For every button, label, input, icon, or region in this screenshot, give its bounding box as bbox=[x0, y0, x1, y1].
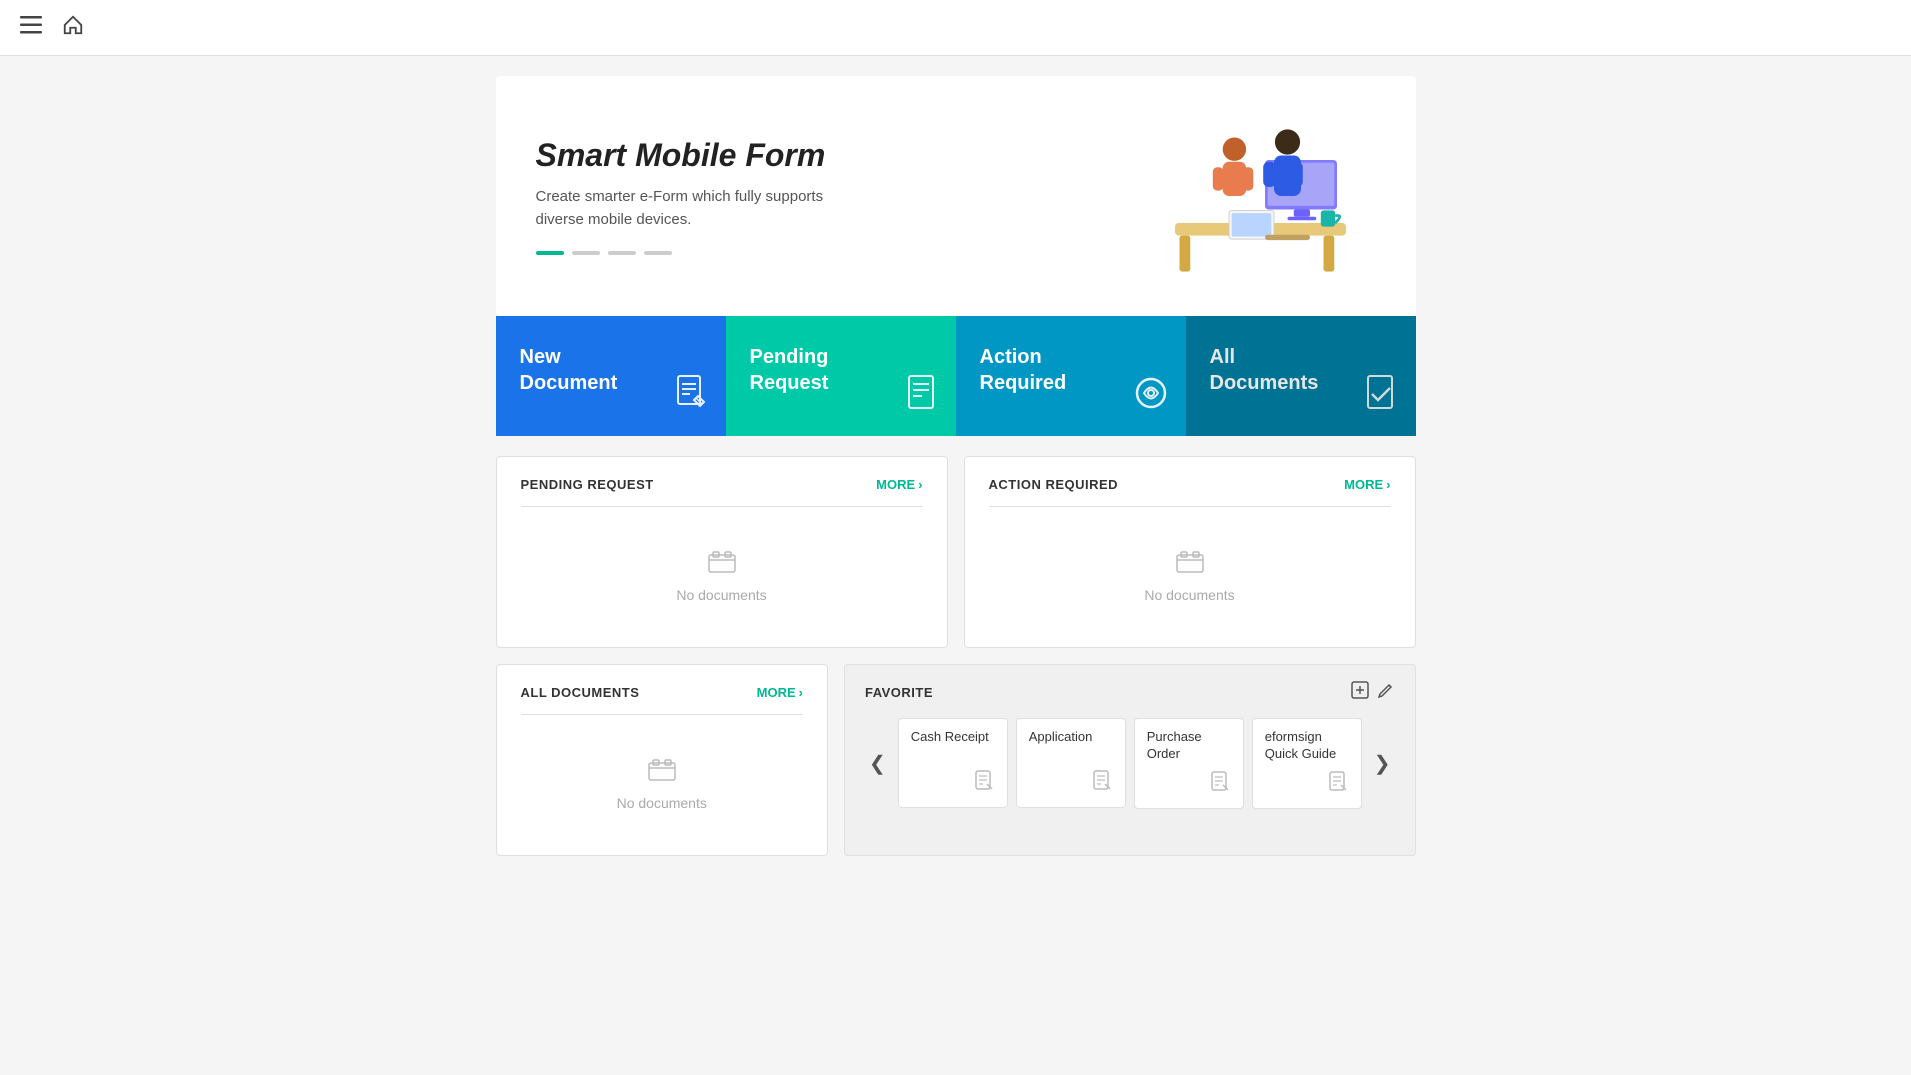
fav-item-cash-receipt[interactable]: Cash Receipt bbox=[898, 718, 1008, 808]
carousel-prev-button[interactable]: ❮ bbox=[865, 747, 890, 780]
carousel-next-button[interactable]: ❯ bbox=[1370, 747, 1395, 780]
action-required-icon bbox=[1132, 374, 1170, 420]
favorite-items: ❮ Cash Receipt Application bbox=[865, 718, 1395, 809]
pending-request-empty: No documents bbox=[521, 527, 923, 627]
fav-item-eformsign-guide-icon bbox=[1327, 771, 1349, 798]
all-documents-icon bbox=[1362, 374, 1400, 420]
favorite-header: FAVORITE bbox=[865, 681, 1395, 704]
banner-illustration bbox=[1136, 106, 1376, 286]
action-required-more[interactable]: MORE › bbox=[1344, 477, 1390, 492]
fav-item-application-icon bbox=[1091, 770, 1113, 797]
pending-request-more[interactable]: MORE › bbox=[876, 477, 922, 492]
favorite-edit-button[interactable] bbox=[1377, 681, 1395, 704]
quick-actions: NewDocument PendingRequest bbox=[496, 316, 1416, 436]
fav-item-cash-receipt-name: Cash Receipt bbox=[911, 729, 995, 746]
no-docs-icon bbox=[708, 551, 736, 579]
tile-new-document[interactable]: NewDocument bbox=[496, 316, 726, 436]
action-required-card: ACTION REQUIRED MORE › No documents bbox=[964, 456, 1416, 648]
main-content: Smart Mobile Form Create smarter e-Form … bbox=[476, 56, 1436, 876]
fav-item-purchase-order[interactable]: Purchase Order bbox=[1134, 718, 1244, 809]
home-icon[interactable] bbox=[62, 14, 84, 42]
fav-item-purchase-order-name: Purchase Order bbox=[1147, 729, 1231, 763]
fav-item-eformsign-guide-name: eformsign Quick Guide bbox=[1265, 729, 1349, 763]
pending-request-card: PENDING REQUEST MORE › No documents bbox=[496, 456, 948, 648]
all-docs-no-docs-text: No documents bbox=[617, 795, 707, 811]
dot-2[interactable] bbox=[572, 251, 600, 255]
action-no-docs-text: No documents bbox=[1144, 587, 1234, 603]
new-document-icon bbox=[672, 374, 710, 420]
fav-item-purchase-order-icon bbox=[1209, 771, 1231, 798]
top-nav bbox=[0, 0, 1911, 56]
all-documents-card: ALL DOCUMENTS MORE › No documents bbox=[496, 664, 828, 856]
fav-item-cash-receipt-icon bbox=[973, 770, 995, 797]
pending-request-title: PENDING REQUEST bbox=[521, 477, 654, 492]
fav-item-application-name: Application bbox=[1029, 729, 1113, 746]
tile-action-required[interactable]: ActionRequired bbox=[956, 316, 1186, 436]
favorite-title: FAVORITE bbox=[865, 685, 933, 700]
banner-dots bbox=[536, 251, 876, 255]
action-required-title: ACTION REQUIRED bbox=[989, 477, 1119, 492]
tile-pending-request[interactable]: PendingRequest bbox=[726, 316, 956, 436]
middle-cards-row: PENDING REQUEST MORE › No documents bbox=[496, 456, 1416, 648]
pending-no-docs-text: No documents bbox=[676, 587, 766, 603]
action-no-docs-icon bbox=[1176, 551, 1204, 579]
fav-item-application[interactable]: Application bbox=[1016, 718, 1126, 808]
favorite-card: FAVORITE bbox=[844, 664, 1416, 856]
tile-all-documents[interactable]: AllDocuments bbox=[1186, 316, 1416, 436]
action-required-empty: No documents bbox=[989, 527, 1391, 627]
bottom-row: ALL DOCUMENTS MORE › No documents bbox=[496, 664, 1416, 856]
all-docs-empty: No documents bbox=[521, 735, 803, 835]
all-docs-no-docs-icon bbox=[648, 759, 676, 787]
favorite-add-button[interactable] bbox=[1351, 681, 1369, 704]
all-documents-header: ALL DOCUMENTS MORE › bbox=[521, 685, 803, 715]
all-documents-more[interactable]: MORE › bbox=[757, 685, 803, 700]
favorite-actions bbox=[1351, 681, 1395, 704]
hamburger-icon[interactable] bbox=[20, 16, 42, 40]
banner: Smart Mobile Form Create smarter e-Form … bbox=[496, 76, 1416, 316]
action-required-header: ACTION REQUIRED MORE › bbox=[989, 477, 1391, 507]
dot-1[interactable] bbox=[536, 251, 564, 255]
fav-item-eformsign-guide[interactable]: eformsign Quick Guide bbox=[1252, 718, 1362, 809]
banner-text: Smart Mobile Form Create smarter e-Form … bbox=[536, 137, 876, 255]
all-documents-title: ALL DOCUMENTS bbox=[521, 685, 640, 700]
banner-subtitle: Create smarter e-Form which fully suppor… bbox=[536, 186, 876, 231]
pending-request-icon bbox=[902, 374, 940, 420]
banner-title: Smart Mobile Form bbox=[536, 137, 876, 174]
dot-4[interactable] bbox=[644, 251, 672, 255]
dot-3[interactable] bbox=[608, 251, 636, 255]
pending-request-header: PENDING REQUEST MORE › bbox=[521, 477, 923, 507]
